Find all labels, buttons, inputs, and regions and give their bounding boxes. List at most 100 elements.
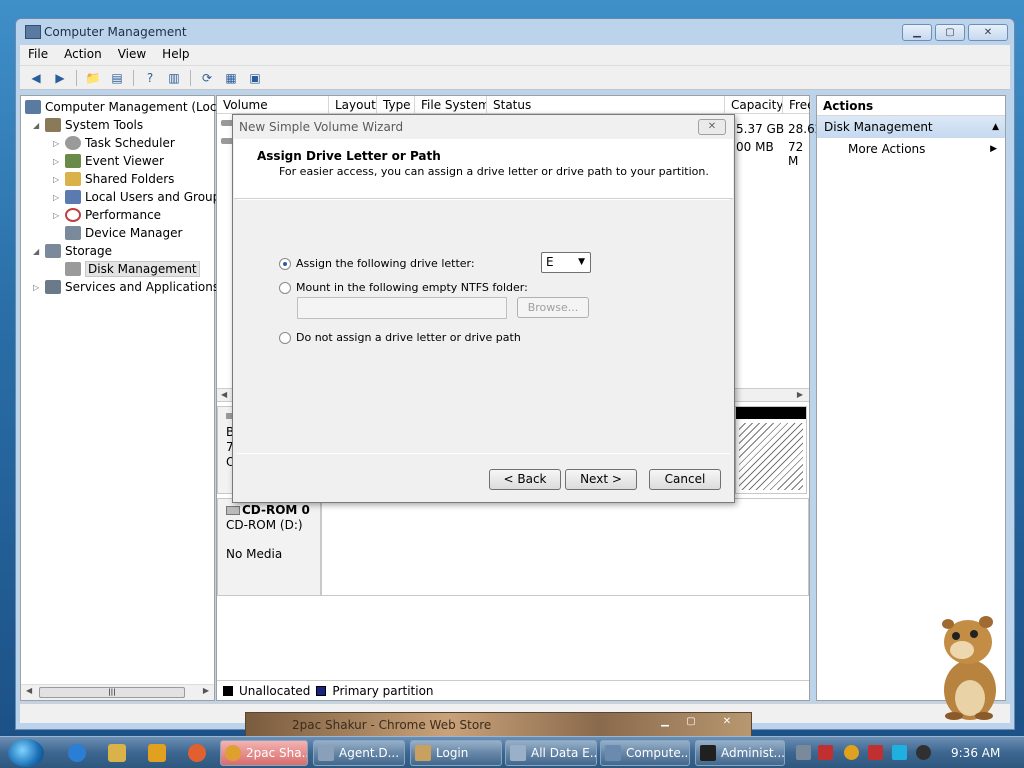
scrollbar-thumb[interactable]: ||| [39, 687, 185, 698]
assign-drive-letter-radio[interactable]: Assign the following drive letter: [279, 257, 475, 270]
tray-search-icon[interactable] [844, 745, 859, 760]
column-volume[interactable]: Volume [217, 96, 329, 114]
taskbar-thumbnail-preview[interactable]: 2pac Shakur - Chrome Web Store ▁ ▢ ✕ [245, 712, 752, 737]
more-actions-item[interactable]: More Actions ▶ [817, 138, 1005, 160]
task-computer-management[interactable]: Compute... [600, 740, 690, 766]
tree-item-performance[interactable]: ▷ Performance [53, 206, 161, 224]
drive-letter-select[interactable]: E ▼ [541, 252, 591, 273]
refresh-icon[interactable]: ⟳ [197, 69, 217, 87]
column-status[interactable]: Status [487, 96, 725, 114]
no-drive-letter-radio[interactable]: Do not assign a drive letter or drive pa… [279, 331, 521, 344]
menu-file[interactable]: File [20, 45, 56, 65]
ntfs-folder-path-input[interactable] [297, 297, 507, 319]
task-agent[interactable]: Agent.D... [313, 740, 405, 766]
menu-help[interactable]: Help [154, 45, 197, 65]
radio-unselected-icon[interactable] [279, 281, 291, 294]
wizard-header: Assign Drive Letter or Path For easier a… [234, 139, 733, 199]
legend-unallocated: Unallocated [239, 683, 311, 698]
task-all-data[interactable]: All Data E... [505, 740, 597, 766]
internet-explorer-icon[interactable] [68, 744, 86, 762]
export-list-icon[interactable]: ▣ [245, 69, 265, 87]
tree-item-event-viewer[interactable]: ▷ Event Viewer [53, 152, 164, 170]
tree-item-computer-management[interactable]: Computer Management (Local [25, 98, 227, 116]
back-arrow-icon[interactable]: ◀ [26, 69, 46, 87]
show-hide-tree-icon[interactable]: ▤ [107, 69, 127, 87]
tree-item-device-manager[interactable]: Device Manager [53, 224, 182, 242]
wizard-close-button[interactable]: ✕ [698, 119, 726, 135]
mount-ntfs-folder-radio[interactable]: Mount in the following empty NTFS folder… [279, 281, 528, 294]
next-button[interactable]: Next > [565, 469, 637, 490]
tree-item-services-and-applications[interactable]: ▷ Services and Applications [33, 278, 219, 296]
tree-item-shared-folders[interactable]: ▷ Shared Folders [53, 170, 174, 188]
actions-header: Actions [817, 96, 1005, 116]
tools-icon [45, 118, 61, 132]
thumbnail-restore-icon[interactable]: ▢ [684, 716, 698, 728]
collapsed-arrow-icon[interactable]: ▷ [33, 283, 45, 292]
cdrom-type: CD-ROM (D:) [226, 518, 303, 532]
clock[interactable]: 9:36 AM [951, 746, 1000, 760]
toolbar-separator [133, 69, 134, 86]
legend-primary-partition: Primary partition [332, 683, 434, 698]
command-prompt-icon [700, 745, 716, 761]
tree-item-local-users-and-groups[interactable]: ▷ Local Users and Groups [53, 188, 227, 206]
menu-view[interactable]: View [110, 45, 154, 65]
column-free[interactable]: Free [783, 96, 811, 114]
help-icon[interactable]: ? [140, 69, 160, 87]
tree-item-system-tools[interactable]: ◢ System Tools [33, 116, 143, 134]
radio-unselected-icon[interactable] [279, 331, 291, 344]
tray-flag-icon[interactable] [868, 745, 883, 760]
cancel-button[interactable]: Cancel [649, 469, 721, 490]
title-bar[interactable]: Computer Management ▁ ▢ ✕ [16, 19, 1014, 47]
collapsed-arrow-icon[interactable]: ▷ [53, 139, 65, 148]
task-administrator-cmd[interactable]: Administ... [695, 740, 785, 766]
thumbnail-minimize-icon[interactable]: ▁ [658, 716, 672, 728]
tray-antivirus-icon[interactable] [818, 745, 833, 760]
maximize-button[interactable]: ▢ [935, 24, 965, 41]
start-button-icon[interactable] [8, 739, 44, 767]
tray-display-icon[interactable] [892, 745, 907, 760]
minimize-button[interactable]: ▁ [902, 24, 932, 41]
back-button[interactable]: < Back [489, 469, 561, 490]
up-folder-icon[interactable]: 📁 [83, 69, 103, 87]
collapse-up-icon[interactable]: ▲ [992, 116, 999, 138]
media-player-icon[interactable] [148, 744, 166, 762]
firefox-icon[interactable] [188, 744, 206, 762]
column-file-system[interactable]: File System [415, 96, 487, 114]
collapsed-arrow-icon[interactable]: ▷ [53, 157, 65, 166]
properties-icon[interactable]: ▦ [221, 69, 241, 87]
collapsed-arrow-icon[interactable]: ▷ [53, 193, 65, 202]
tray-volume-icon[interactable] [916, 745, 931, 760]
close-button[interactable]: ✕ [968, 24, 1008, 41]
actions-section-disk-management[interactable]: Disk Management ▲ [817, 116, 1005, 138]
tree-item-storage[interactable]: ◢ Storage [33, 242, 112, 260]
radio-selected-icon[interactable] [279, 257, 291, 270]
scroll-right-arrow-icon[interactable]: ▶ [203, 686, 209, 695]
collapsed-arrow-icon[interactable]: ▷ [53, 175, 65, 184]
wizard-title-bar[interactable]: New Simple Volume Wizard ✕ [233, 115, 734, 139]
scroll-right-arrow-icon[interactable]: ▶ [797, 390, 803, 399]
expanded-arrow-icon[interactable]: ◢ [33, 247, 45, 256]
cdrom-0-info[interactable]: CD-ROM 0 CD-ROM (D:) No Media [217, 498, 321, 596]
task-2pac-chrome[interactable]: 2pac Sha... [220, 740, 308, 766]
column-layout[interactable]: Layout [329, 96, 377, 114]
file-explorer-icon[interactable] [108, 744, 126, 762]
forward-arrow-icon[interactable]: ▶ [50, 69, 70, 87]
show-hide-action-pane-icon[interactable]: ▥ [164, 69, 184, 87]
scroll-left-arrow-icon[interactable]: ◀ [221, 390, 227, 399]
cdrom-volume-area[interactable] [321, 498, 809, 596]
column-capacity[interactable]: Capacity [725, 96, 783, 114]
tree-horizontal-scrollbar[interactable]: ◀ ||| ▶ [21, 684, 214, 700]
clock-icon [65, 136, 81, 150]
tray-network-icon[interactable] [796, 745, 811, 760]
thumbnail-close-icon[interactable]: ✕ [720, 716, 734, 728]
column-type[interactable]: Type [377, 96, 415, 114]
unallocated-partition[interactable] [735, 406, 807, 494]
task-login[interactable]: Login [410, 740, 502, 766]
menu-action[interactable]: Action [56, 45, 110, 65]
browse-button[interactable]: Browse... [517, 297, 589, 318]
tree-item-disk-management[interactable]: Disk Management [53, 260, 200, 278]
scroll-left-arrow-icon[interactable]: ◀ [26, 686, 32, 695]
collapsed-arrow-icon[interactable]: ▷ [53, 211, 65, 220]
tree-item-task-scheduler[interactable]: ▷ Task Scheduler [53, 134, 175, 152]
expanded-arrow-icon[interactable]: ◢ [33, 121, 45, 130]
